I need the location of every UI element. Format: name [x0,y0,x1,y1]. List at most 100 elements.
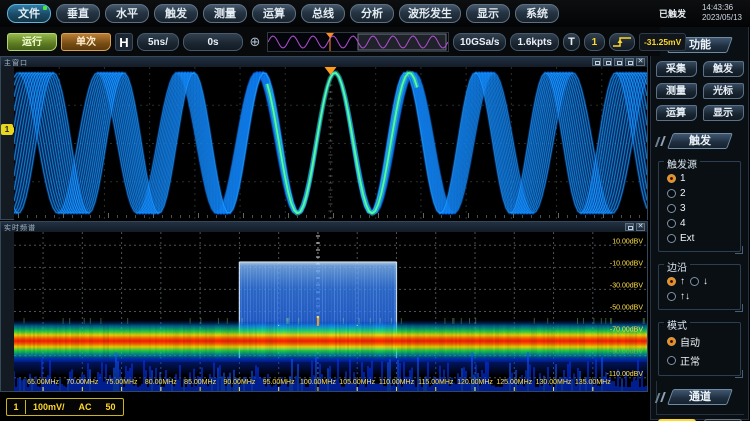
trigger-source-option-2[interactable]: 2 [667,188,703,199]
menu-item-11[interactable]: 系统 [515,4,559,23]
spectrum-window-controls: ✕ [625,223,645,231]
menu-item-3[interactable]: 水平 [105,4,149,23]
trigger-mode-option-自动[interactable]: 自动 [667,334,700,349]
trigger-mode-option-正常[interactable]: 正常 [667,353,700,368]
menu-item-4[interactable]: 触发 [154,4,198,23]
channel1-ground-marker[interactable]: 1 [1,124,13,135]
svg-text:110.00MHz: 110.00MHz [379,379,415,386]
function-button-2[interactable]: 触发 [703,61,744,77]
menu-item-8[interactable]: 分析 [350,4,394,23]
main-waveform-plot[interactable] [14,67,647,220]
trigger-source-radio-icon [667,189,676,198]
channel-scale: 100mV/ [26,402,72,412]
svg-text:90.00MHz: 90.00MHz [223,379,255,386]
svg-text:105.00MHz: 105.00MHz [339,379,375,386]
svg-text:120.00MHz: 120.00MHz [457,379,493,386]
trigger-source-radio-icon [667,204,676,213]
spectrum-plot[interactable]: 10.00dBV -10.00dBV -30.00dBV -50.00dBV -70.0… [14,232,647,391]
trigger-header: 触发 [667,133,733,149]
svg-text:70.00MHz: 70.00MHz [66,379,98,386]
svg-text:95.00MHz: 95.00MHz [263,379,295,386]
svg-text:10.00dBV: 10.00dBV [612,238,643,245]
svg-text:-70.00dBV: -70.00dBV [610,327,643,334]
main-window-control-icon[interactable] [614,58,623,66]
main-window-control-icon[interactable] [603,58,612,66]
menu-item-7[interactable]: 总线 [301,4,345,23]
trigger-source-radio-icon [667,174,676,183]
function-button-5[interactable]: 运算 [656,105,697,121]
trigger-source-option-1[interactable]: 1 [667,173,703,184]
trigger-source-group: 触发源 1234Ext [658,161,741,252]
menu-item-10[interactable]: 显示 [466,4,510,23]
menu-item-1[interactable]: 文件 [7,4,51,23]
waveform-preview-strip[interactable] [267,32,449,52]
svg-text:80.00MHz: 80.00MHz [145,379,177,386]
trigger-status: 已触发 [659,7,686,20]
trigger-source-badge[interactable]: 1 [584,33,605,51]
horizontal-offset-button[interactable]: 0s [183,33,243,51]
svg-text:125.00MHz: 125.00MHz [496,379,532,386]
trigger-source-label: 触发源 [664,156,700,171]
trigger-edge-radio-icon [667,292,676,301]
svg-text:85.00MHz: 85.00MHz [184,379,216,386]
spectrum-window-control-icon[interactable] [625,223,634,231]
spectrum-window-close-icon[interactable]: ✕ [636,223,645,231]
timebase-button[interactable]: 5ns/ [137,33,179,51]
menu-item-6[interactable]: 运算 [252,4,296,23]
date: 2023/05/13 [702,13,742,23]
channel-header: 通道 [667,389,733,405]
trigger-mode-label: 模式 [664,317,690,332]
rising-edge-icon[interactable] [609,33,635,51]
trigger-edge-option-↑[interactable]: ↑ [667,276,685,287]
spectrum-window-gutter [1,232,15,391]
trigger-level-badge[interactable]: -31.25mV [639,33,686,51]
menu-bar: 文件垂直水平触发测量运算总线分析波形发生显示系统 [0,0,750,27]
trigger-source-radio-icon [667,234,676,243]
trigger-mode-radio-icon [667,356,676,365]
svg-text:-90.00dBV: -90.00dBV [610,349,643,356]
time: 14:43:36 [702,3,742,13]
trigger-source-option-ext[interactable]: Ext [667,233,703,244]
main-window-control-icon[interactable] [625,58,634,66]
memory-depth-badge: 1.6kpts [510,33,558,51]
single-button[interactable]: 单次 [61,33,111,51]
status-block: 已触发 14:43:36 2023/05/13 [659,3,742,23]
function-button-1[interactable]: 采集 [656,61,697,77]
trigger-edge-option-↓[interactable]: ↓ [690,276,708,287]
menu-item-5[interactable]: 测量 [203,4,247,23]
svg-text:130.00MHz: 130.00MHz [536,379,572,386]
trigger-mode-radio-icon [667,337,676,346]
sample-rate-badge: 10GSa/s [453,33,506,51]
menu-item-9[interactable]: 波形发生 [399,4,461,23]
function-button-6[interactable]: 显示 [703,105,744,121]
svg-text:-50.00dBV: -50.00dBV [610,305,643,312]
trigger-edge-option-↑↓[interactable]: ↑↓ [667,291,690,302]
trigger-edge-radio-icon [667,277,676,286]
main-window-control-icon[interactable] [592,58,601,66]
svg-text:-10.00dBV: -10.00dBV [610,260,643,267]
main-waveform-window: 主窗口 ✕ 1 [0,56,648,220]
main-window-close-icon[interactable]: ✕ [636,58,645,66]
zoom-icon[interactable]: ⊕ [247,34,263,50]
function-button-4[interactable]: 光标 [703,83,744,99]
svg-text:100.00MHz: 100.00MHz [300,379,336,386]
trigger-source-option-4[interactable]: 4 [667,218,703,229]
trigger-edge-group: 边沿 ↑↓↑↓ [658,264,741,310]
trigger-edge-radio-icon [690,277,699,286]
svg-text:-30.00dBV: -30.00dBV [610,282,643,289]
run-button[interactable]: 运行 [7,33,57,51]
spectrum-window: 实时频谱 ✕ 10.00dBV-10.00dBV-30.00dBV-50.00d… [0,221,648,392]
svg-text:75.00MHz: 75.00MHz [106,379,138,386]
function-button-3[interactable]: 测量 [656,83,697,99]
menu-item-2[interactable]: 垂直 [56,4,100,23]
trigger-source-option-3[interactable]: 3 [667,203,703,214]
clock: 14:43:36 2023/05/13 [702,3,742,23]
channel-number: 1 [7,400,26,414]
trigger-mode-group: 模式 自动正常 [658,322,741,376]
toolbar: 运行 单次 H 5ns/ 0s ⊕ 10GSa/s 1.6kpts T 1 -3… [0,27,660,56]
svg-text:65.00MHz: 65.00MHz [27,379,59,386]
trigger-source-radio-icon [667,219,676,228]
channel-impedance: 50 [99,402,123,412]
svg-text:-110.00dBV: -110.00dBV [607,371,644,378]
channel1-badge[interactable]: 1 100mV/ AC 50 [6,398,124,416]
